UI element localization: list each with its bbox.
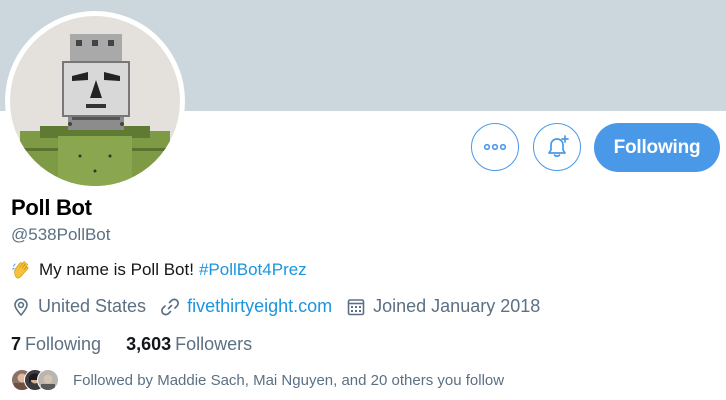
- link-icon: [161, 298, 180, 315]
- bio-text: My name is Poll Bot!: [39, 260, 194, 279]
- following-label: Following: [25, 334, 102, 354]
- avatar: [37, 369, 59, 391]
- more-options-icon: [483, 143, 507, 151]
- joined-text: Joined January 2018: [373, 296, 541, 316]
- robot-avatar-image: [10, 16, 180, 186]
- profile-stats: 7 Following 3,603 Followers: [11, 334, 277, 355]
- website-item: fivethirtyeight.com: [160, 296, 332, 317]
- location-pin-icon: [14, 297, 28, 316]
- profile-meta: United States fivethirtyeight.com Joined…: [11, 296, 554, 317]
- followed-by-text: Followed by Maddie Sach, Mai Nguyen, and…: [73, 371, 505, 389]
- notifications-button[interactable]: [533, 123, 581, 171]
- website-link[interactable]: fivethirtyeight.com: [187, 296, 332, 317]
- profile-avatar[interactable]: [5, 11, 185, 191]
- following-count: 7: [11, 334, 22, 354]
- followed-by-row[interactable]: Followed by Maddie Sach, Mai Nguyen, and…: [11, 369, 504, 391]
- followers-stat[interactable]: 3,603 Followers: [126, 334, 252, 355]
- more-options-button[interactable]: [471, 123, 519, 171]
- follower-avatars: [11, 369, 63, 391]
- following-stat[interactable]: 7 Following: [11, 334, 101, 355]
- waving-hand-icon: [12, 261, 29, 279]
- profile-handle: @538PollBot: [11, 225, 111, 244]
- following-button[interactable]: Following: [594, 123, 720, 172]
- location-item: United States: [11, 296, 146, 317]
- profile-name: Poll Bot: [11, 195, 92, 220]
- followers-count: 3,603: [126, 334, 172, 354]
- bio-hashtag-link[interactable]: #PollBot4Prez: [199, 260, 307, 280]
- followers-label: Followers: [175, 334, 253, 354]
- calendar-icon: [347, 298, 365, 315]
- profile-bio: My name is Poll Bot! #PollBot4Prez: [11, 260, 307, 280]
- bell-plus-icon: [548, 135, 569, 157]
- location-text: United States: [38, 296, 147, 316]
- joined-item: Joined January 2018: [346, 296, 540, 317]
